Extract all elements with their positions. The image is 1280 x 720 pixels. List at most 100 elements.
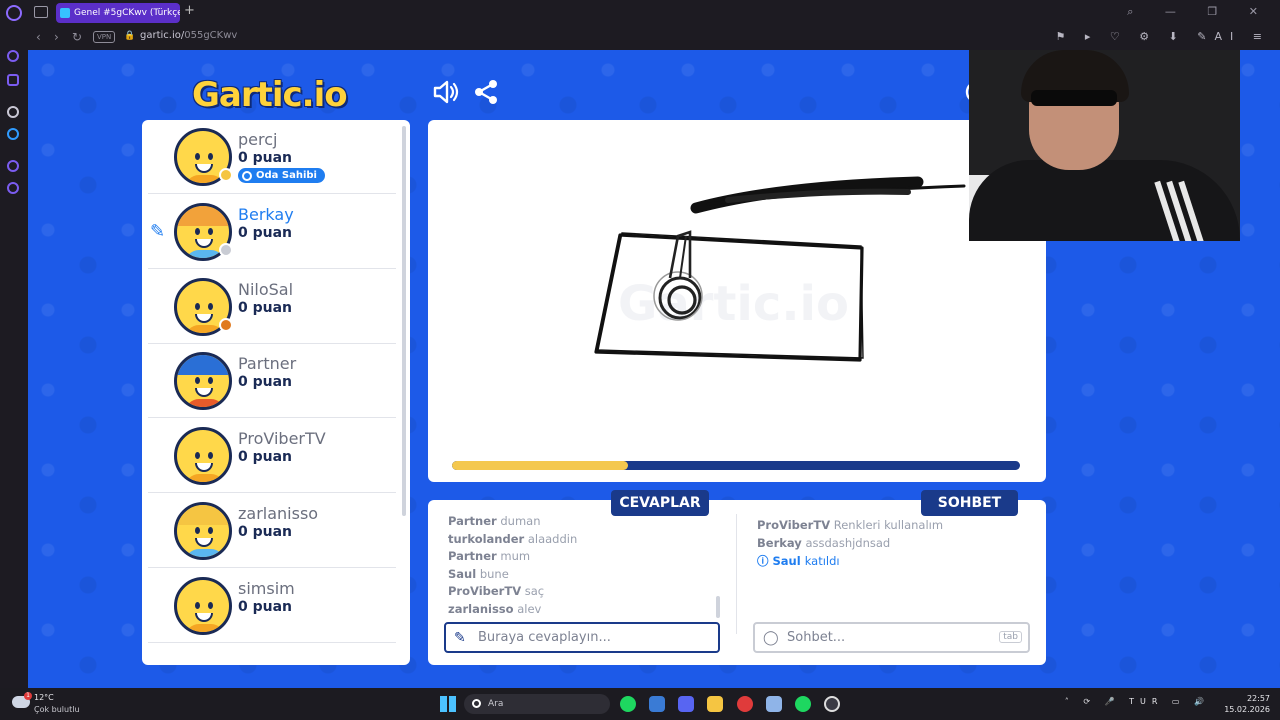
ai-label: AI	[1214, 30, 1242, 43]
avatar-shirt	[185, 399, 225, 408]
join-notice: ⓘ Saul katıldı	[757, 553, 1027, 571]
drawing-canvas[interactable]: Gartic.io	[428, 120, 1046, 482]
avatar-shirt	[185, 549, 225, 557]
badge-label: Oda Sahibi	[256, 170, 317, 181]
tab-answers[interactable]: CEVAPLAR	[611, 490, 709, 516]
history-icon[interactable]	[7, 160, 19, 172]
opera-logo-icon[interactable]	[6, 5, 22, 21]
system-tray[interactable]: ˄ ⟳ 🎤 TUR ▭ 🔊	[1065, 697, 1210, 706]
sound-icon[interactable]	[431, 78, 459, 106]
chatgpt-icon[interactable]	[824, 696, 840, 712]
player-name: NiloSal	[238, 279, 294, 299]
avatar-mouth	[195, 538, 213, 547]
aria-icon[interactable]	[7, 50, 19, 62]
player-score: 0 puan	[238, 524, 293, 540]
avatar-mouth	[195, 388, 213, 398]
new-tab-button[interactable]: +	[184, 3, 195, 18]
chat-input[interactable]: ◯ Sohbet... tab	[753, 622, 1030, 653]
language-indicator[interactable]: TUR	[1129, 697, 1163, 706]
player-row[interactable]: percj 0 puan Oda Sahibi	[148, 120, 396, 194]
music-icon[interactable]	[7, 74, 19, 86]
chatgpt-icon[interactable]	[7, 106, 19, 118]
discord-icon[interactable]	[678, 696, 694, 712]
settings-icon[interactable]	[7, 182, 19, 194]
player-row[interactable]: zarlanisso 0 puan	[148, 494, 396, 568]
answers-chat-panel: CEVAPLAR SOHBET Partner duman turkolander…	[428, 490, 1046, 665]
player-status-dot	[219, 168, 233, 182]
drawing-pencil-icon: ✎	[150, 220, 166, 242]
tab-chat[interactable]: SOHBET	[921, 490, 1018, 516]
crown-icon	[242, 171, 252, 181]
answer-text: mum	[500, 549, 531, 563]
app-icon[interactable]	[766, 696, 782, 712]
gartic-page: Gartic.io percj 0 puan Oda Sahibi ✎ Berkay 0…	[28, 50, 1280, 688]
forward-icon[interactable]: ›	[54, 30, 59, 44]
player-row[interactable]: NiloSal 0 puan	[148, 270, 396, 344]
share-icon[interactable]	[472, 78, 500, 106]
player-score: 0 puan	[238, 374, 293, 391]
spotify-icon[interactable]	[620, 696, 636, 712]
answer-input[interactable]: ✎ Buraya cevaplayın...	[444, 622, 720, 653]
opera-gx-icon[interactable]	[737, 696, 753, 712]
avatar-hair	[177, 205, 229, 226]
chat-messages: ProViberTV Renkleri kullanalım Berkay ass…	[757, 518, 1027, 553]
gartic-logo[interactable]: Gartic.io	[192, 75, 348, 115]
back-icon[interactable]: ‹	[36, 30, 41, 44]
timer-progress-bar	[452, 461, 1020, 470]
player-row[interactable]: ProViberTV 0 puan	[148, 419, 396, 494]
avatar-eye	[208, 377, 213, 385]
answer-user: ProViberTV	[448, 584, 522, 598]
url-field[interactable]: gartic.io/055gCKwv	[140, 30, 237, 41]
answer-text: bune	[479, 566, 509, 581]
player-row[interactable]: Partner 0 puan	[148, 344, 396, 419]
answer-user: Partner	[448, 549, 497, 563]
taskbar-search[interactable]: Ara	[464, 694, 610, 714]
messenger-icon[interactable]	[7, 128, 19, 140]
browser-tab-active[interactable]: Genel #5gCKwv (Türkçe)	[56, 3, 180, 23]
browser-sidebar	[0, 26, 28, 688]
chat-user: Berkay	[757, 535, 802, 550]
spotify-icon[interactable]	[795, 696, 811, 712]
player-score: 0 puan	[238, 598, 293, 615]
file-explorer-icon[interactable]	[707, 696, 723, 712]
chat-line: Berkay assdashjdnsad	[757, 536, 1027, 554]
panel-divider	[736, 514, 737, 634]
player-row[interactable]: ✎ Berkay 0 puan	[148, 195, 396, 269]
reload-icon[interactable]: ↻	[72, 30, 82, 44]
avatar-eye	[208, 227, 213, 235]
answers-scrollbar[interactable]	[716, 596, 720, 618]
taskbar-clock[interactable]: 22:57 15.02.2026	[1224, 693, 1270, 715]
vpn-badge[interactable]: VPN	[93, 31, 116, 43]
answer-line: Partner duman	[448, 514, 718, 532]
avatar-mouth	[195, 313, 213, 323]
window-controls[interactable]: ⌕ — ❐ ✕	[1127, 5, 1272, 19]
clock-date: 15.02.2026	[1224, 705, 1270, 714]
avatar-eye	[208, 452, 213, 460]
tab-manager-icon[interactable]	[34, 6, 48, 18]
answer-line: turkolander alaaddin	[448, 532, 718, 550]
lock-icon[interactable]: 🔒	[124, 31, 135, 41]
weather-condition[interactable]: Çok bulutlu	[34, 705, 80, 714]
answer-text: saç	[524, 584, 545, 598]
avatar-eye	[195, 153, 200, 160]
player-row[interactable]: simsim 0 puan	[148, 569, 396, 643]
players-scrollbar[interactable]	[402, 126, 406, 516]
join-text: katıldı	[804, 554, 840, 568]
chat-input-placeholder: Sohbet...	[787, 630, 846, 645]
windows-start-icon[interactable]	[440, 696, 456, 712]
pencil-icon: ✎	[454, 630, 466, 646]
clock-time: 22:57	[1246, 694, 1270, 703]
answer-line: Partner mum	[448, 549, 718, 567]
avatar-shirt	[185, 623, 225, 632]
player-name: Berkay	[238, 204, 294, 224]
chat-bubble-icon: ◯	[763, 630, 779, 646]
gartic-favicon-icon	[60, 8, 70, 18]
avatar-eye	[195, 227, 200, 235]
avatar-eye	[208, 302, 213, 310]
mail-icon[interactable]	[649, 696, 665, 712]
extension-icons[interactable]: ⚑ ▸ ♡ ⚙ ⬇ ✎AI ≡	[1055, 30, 1270, 43]
tab-key-hint: tab	[999, 631, 1022, 643]
avatar-eye	[195, 302, 200, 310]
avatar-mouth	[195, 612, 213, 622]
weather-temperature[interactable]: 12°C	[34, 693, 54, 702]
